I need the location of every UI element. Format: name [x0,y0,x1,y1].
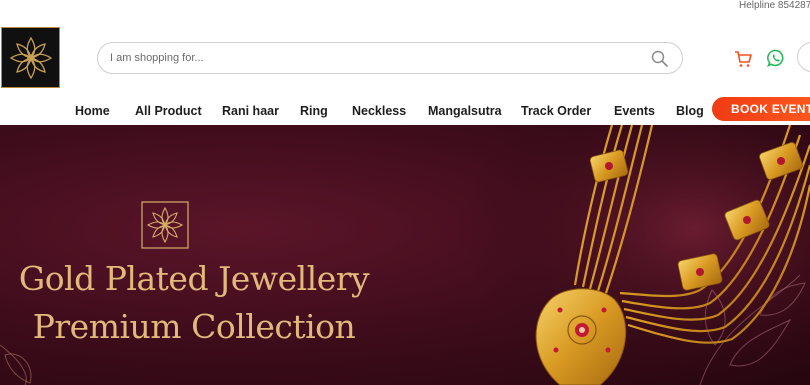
helpline-text: Helpline 8542872 [739,0,810,11]
user-icon[interactable] [797,42,810,72]
lotus-emblem-icon [141,201,189,249]
nav-item-blog[interactable]: Blog [676,103,704,119]
banner-title-line2: Premium Collection [32,307,356,346]
search-bar [97,42,683,74]
cart-icon[interactable] [734,50,752,68]
book-event-button[interactable]: BOOK EVENT [712,97,810,121]
nav-item-events[interactable]: Events [614,103,655,119]
whatsapp-icon[interactable] [767,49,785,67]
hero-banner[interactable]: Gold Plated Jewellery Premium Collection [0,125,810,385]
main-nav: Home All Product Rani haar Ring Neckless… [0,97,810,125]
lotus-logo-icon [9,36,52,79]
nav-item-mangalsutra[interactable]: Mangalsutra [428,103,502,119]
nav-item-home[interactable]: Home [75,103,110,119]
banner-title-line1: Gold Plated Jewellery [18,259,370,298]
nav-item-ring[interactable]: Ring [300,103,328,119]
search-input[interactable] [110,44,630,72]
nav-item-neckless[interactable]: Neckless [352,103,406,119]
nav-item-all-product[interactable]: All Product [135,103,202,119]
nav-item-track-order[interactable]: Track Order [521,103,591,119]
site-logo[interactable] [1,27,60,88]
nav-item-rani-haar[interactable]: Rani haar [222,103,279,119]
search-icon[interactable] [651,50,668,67]
